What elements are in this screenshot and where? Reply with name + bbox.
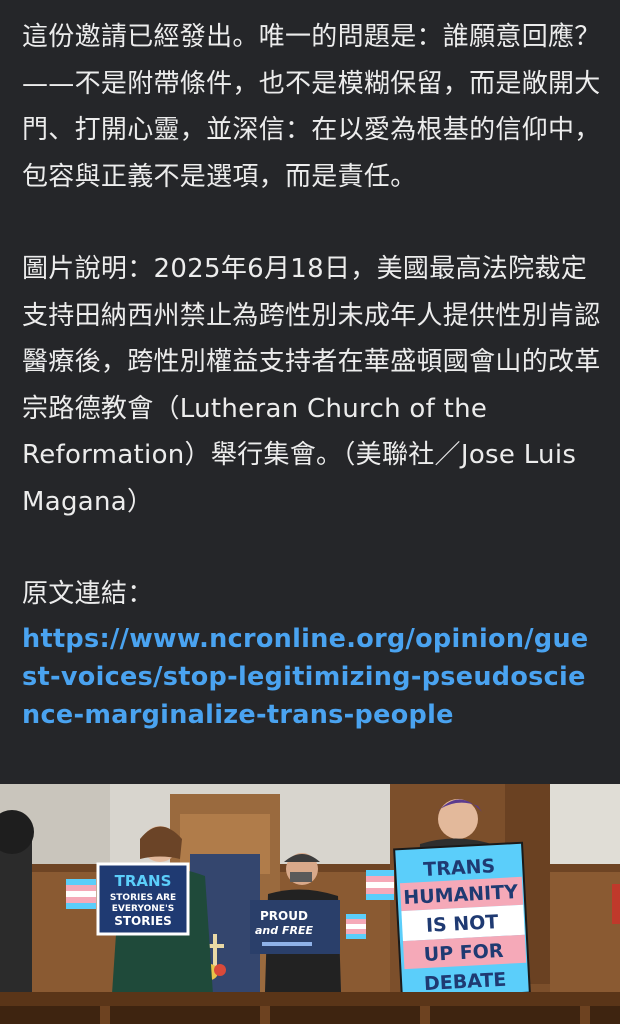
sign-left-line4: STORIES bbox=[114, 914, 172, 928]
photo-caption: 圖片說明：2025年6月18日，美國最高法院裁定支持田納西州禁止為跨性別未成年人… bbox=[22, 254, 601, 517]
post-photo[interactable]: TRANS STORIES ARE EVERYONE'S STORIES PRO… bbox=[0, 784, 620, 1024]
sign-center-line1: PROUD bbox=[260, 909, 308, 923]
source-link-label: 原文連結： bbox=[22, 579, 154, 609]
sign-center-line2: and FREE bbox=[255, 924, 313, 937]
sign-right-line5: DEBATE bbox=[423, 969, 506, 995]
source-link[interactable]: https://www.ncronline.org/opinion/guest-… bbox=[22, 620, 602, 734]
sign-left-line2: STORIES ARE bbox=[110, 893, 176, 903]
sign-left-line3: EVERYONE'S bbox=[112, 904, 174, 914]
post-body: 這份邀請已經發出。唯一的問題是：誰願意回應？——不是附帶條件，也不是模糊保留，而… bbox=[22, 14, 602, 734]
sign-right-line3: IS NOT bbox=[425, 911, 498, 937]
post-paragraph-1: 這份邀請已經發出。唯一的問題是：誰願意回應？——不是附帶條件，也不是模糊保留，而… bbox=[22, 22, 601, 192]
sign-left-line1: TRANS bbox=[115, 872, 172, 890]
sign-right-line1: TRANS bbox=[423, 855, 496, 881]
sign-right-line4: UP FOR bbox=[423, 940, 504, 966]
